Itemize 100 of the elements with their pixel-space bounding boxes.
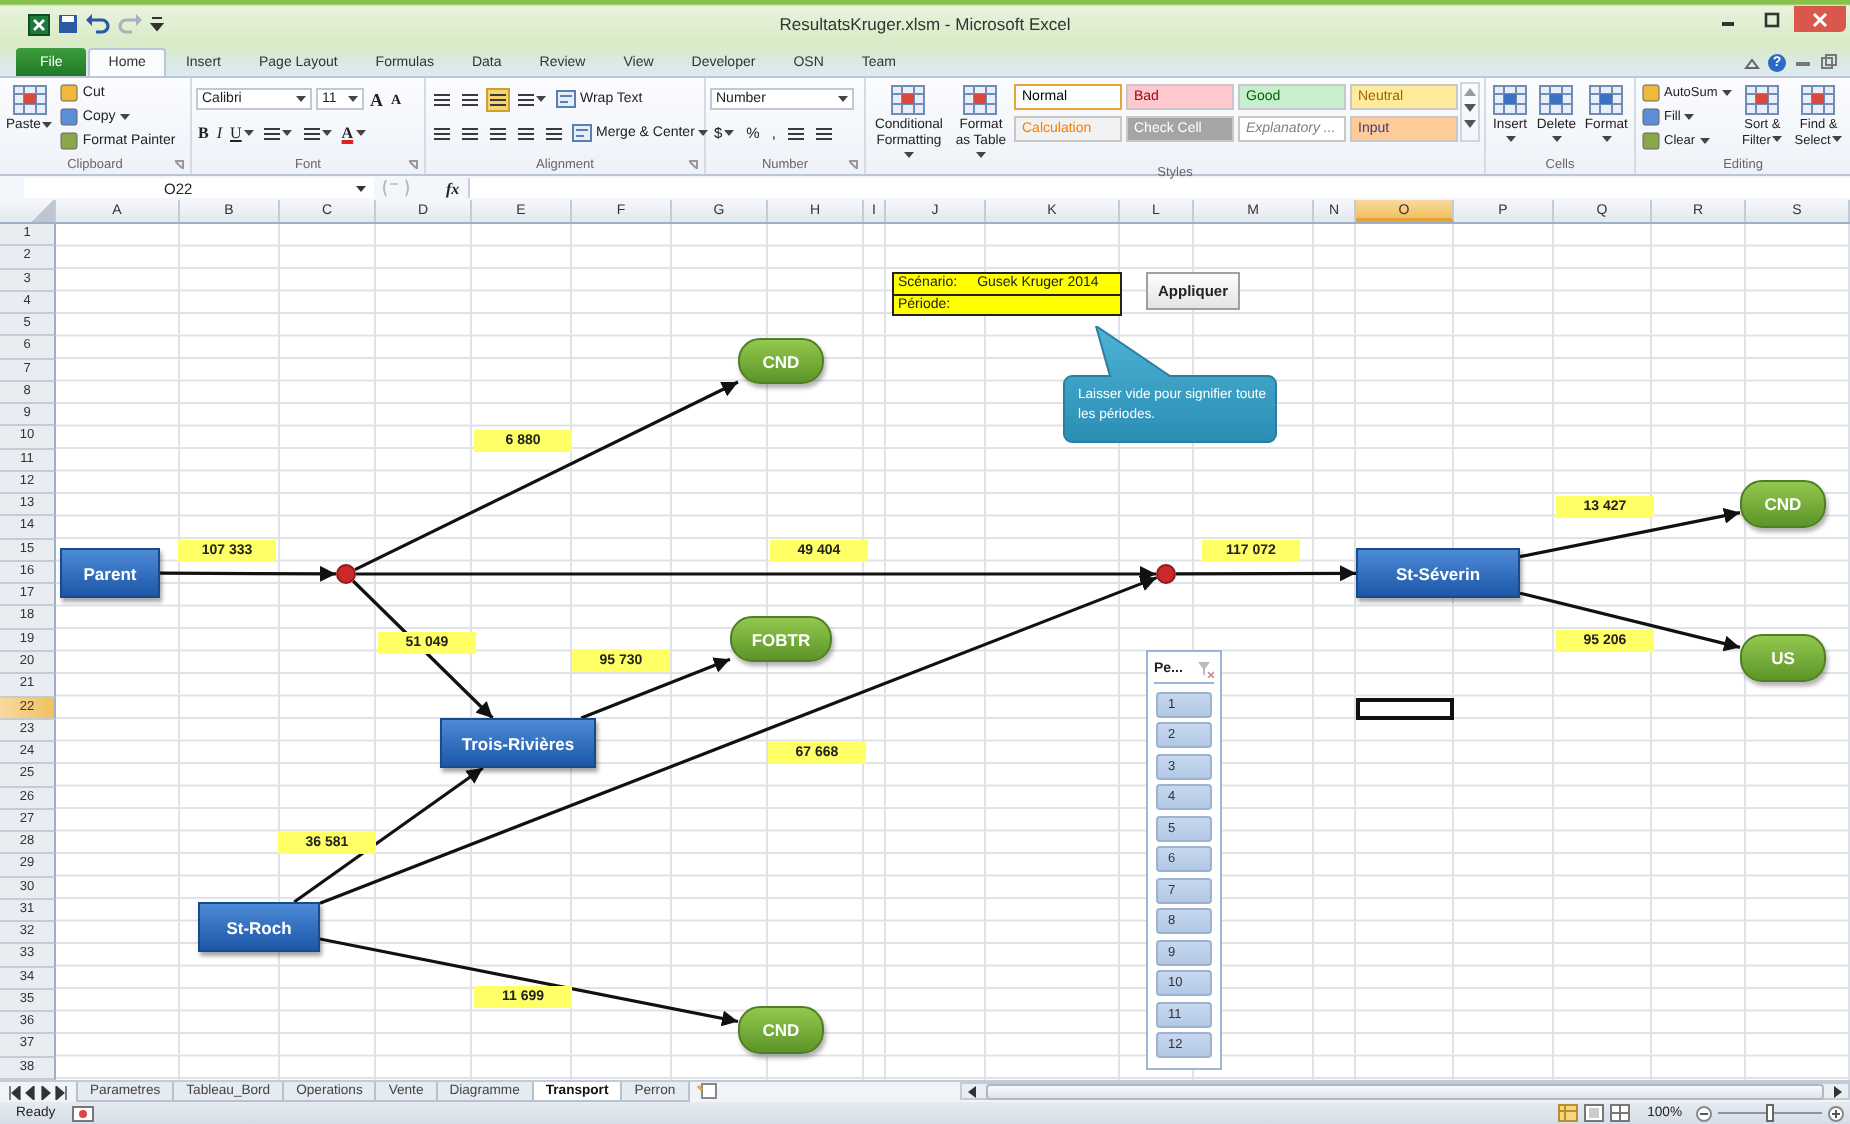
lines-icon	[787, 125, 804, 141]
dialog-launcher-icon[interactable]	[174, 159, 184, 169]
destination-node: FOBTR	[730, 616, 832, 662]
caret-icon	[698, 130, 709, 136]
font-style-button[interactable]: A	[368, 87, 385, 111]
dialog-launcher-icon[interactable]	[408, 159, 418, 169]
lines-icon	[462, 125, 478, 141]
insert-function-button[interactable]: fx	[446, 179, 460, 197]
table-icon	[11, 84, 48, 116]
scroll-left-icon[interactable]	[966, 1085, 978, 1097]
table-icon	[1492, 84, 1529, 116]
lines-icon	[490, 91, 506, 107]
lines-icon	[263, 125, 280, 141]
lines-icon	[815, 125, 832, 141]
zoom-slider-thumb[interactable]	[1766, 1104, 1774, 1122]
site-node: St-Séverin	[1356, 548, 1520, 598]
undo-icon[interactable]	[86, 14, 110, 34]
scroll-up-icon[interactable]	[1464, 88, 1476, 96]
lines-icon	[490, 125, 506, 141]
macro-record-icon[interactable]	[71, 1105, 94, 1121]
lines-icon	[434, 125, 450, 141]
caret-icon	[838, 96, 848, 102]
more-icon[interactable]	[1464, 120, 1476, 128]
dialog-launcher-icon[interactable]	[848, 159, 858, 169]
junction-dot	[1156, 564, 1176, 584]
lines-icon	[462, 91, 478, 107]
caret-icon	[243, 130, 254, 136]
scroll-down-icon[interactable]	[1464, 104, 1476, 112]
square-icon	[572, 124, 592, 142]
caret-icon	[348, 96, 358, 102]
junction-dot	[336, 564, 356, 584]
table-icon	[890, 84, 927, 116]
scrollbar-thumb[interactable]	[986, 1083, 1824, 1099]
font-style-button[interactable]: U	[228, 121, 256, 145]
caret-icon	[904, 151, 915, 158]
square-icon	[1642, 132, 1660, 150]
font-style-button[interactable]: I	[214, 121, 225, 145]
caret-icon	[1721, 90, 1732, 96]
destination-node: US	[1740, 634, 1826, 682]
table-icon	[1744, 84, 1781, 116]
caret-icon	[296, 96, 306, 102]
restore-icon[interactable]	[1820, 54, 1838, 70]
font-style-button[interactable]: B	[196, 121, 211, 145]
lines-icon	[303, 125, 320, 141]
caret-icon	[536, 96, 546, 102]
lines-icon	[434, 91, 450, 107]
horizontal-scrollbar[interactable]	[960, 1082, 1850, 1100]
caret-icon	[1832, 136, 1843, 143]
dialog-launcher-icon[interactable]	[688, 159, 698, 169]
spreadsheet-app-icon[interactable]	[28, 13, 50, 35]
scroll-right-icon[interactable]	[1832, 1085, 1844, 1097]
square-icon	[60, 108, 79, 126]
site-node: Trois-Rivières	[440, 718, 596, 768]
collapse-ribbon-icon[interactable]	[1744, 55, 1760, 69]
lines-icon	[518, 91, 534, 107]
customize-icon[interactable]	[150, 16, 164, 32]
lines-icon	[546, 125, 562, 141]
caret-icon	[119, 114, 130, 120]
square-icon	[1642, 108, 1660, 126]
window-title: ResultatsKruger.xlsm - Microsoft Excel	[777, 14, 1073, 34]
maximize-icon	[1764, 11, 1780, 27]
page-layout-view-icon[interactable]	[1583, 1104, 1604, 1122]
destination-node: CND	[738, 1006, 824, 1054]
caret-icon	[356, 185, 366, 191]
caret-icon	[281, 130, 292, 136]
insert-sheet-icon[interactable]	[695, 1082, 720, 1100]
caret-icon	[1552, 136, 1563, 143]
caret-icon	[1772, 136, 1783, 143]
square-icon	[556, 90, 576, 108]
sheet-navigation-icon[interactable]	[8, 1086, 68, 1100]
table-icon	[962, 84, 999, 116]
toolbar-button[interactable]	[486, 87, 510, 111]
caret-icon	[724, 130, 735, 136]
table-icon	[1588, 84, 1625, 116]
formula-input[interactable]	[467, 178, 1850, 198]
clear-filter-icon[interactable]	[1198, 661, 1214, 677]
caret-icon	[42, 121, 53, 128]
destination-node: CND	[1740, 480, 1826, 528]
save-icon[interactable]	[58, 14, 78, 34]
site-node: Parent	[60, 548, 160, 598]
caret-icon	[321, 130, 332, 136]
page-break-view-icon[interactable]	[1609, 1104, 1630, 1122]
caret-icon	[1506, 136, 1517, 143]
caret-icon	[355, 130, 366, 136]
table-icon	[1538, 84, 1575, 116]
font-style-button[interactable]: A	[339, 121, 368, 145]
zoom-out-icon[interactable]	[1696, 1105, 1712, 1121]
caret-icon	[976, 151, 987, 158]
caret-icon	[1684, 114, 1695, 120]
caret-icon	[1602, 136, 1613, 143]
square-icon	[60, 132, 79, 150]
square-icon	[60, 84, 79, 102]
site-node: St-Roch	[198, 902, 320, 952]
zoom-in-icon[interactable]	[1828, 1105, 1844, 1121]
close-icon	[1812, 11, 1828, 27]
lines-icon	[518, 125, 534, 141]
caret-icon	[1699, 138, 1710, 144]
table-icon	[1800, 84, 1837, 116]
destination-node: CND	[738, 338, 824, 384]
close-button[interactable]	[1794, 6, 1846, 32]
